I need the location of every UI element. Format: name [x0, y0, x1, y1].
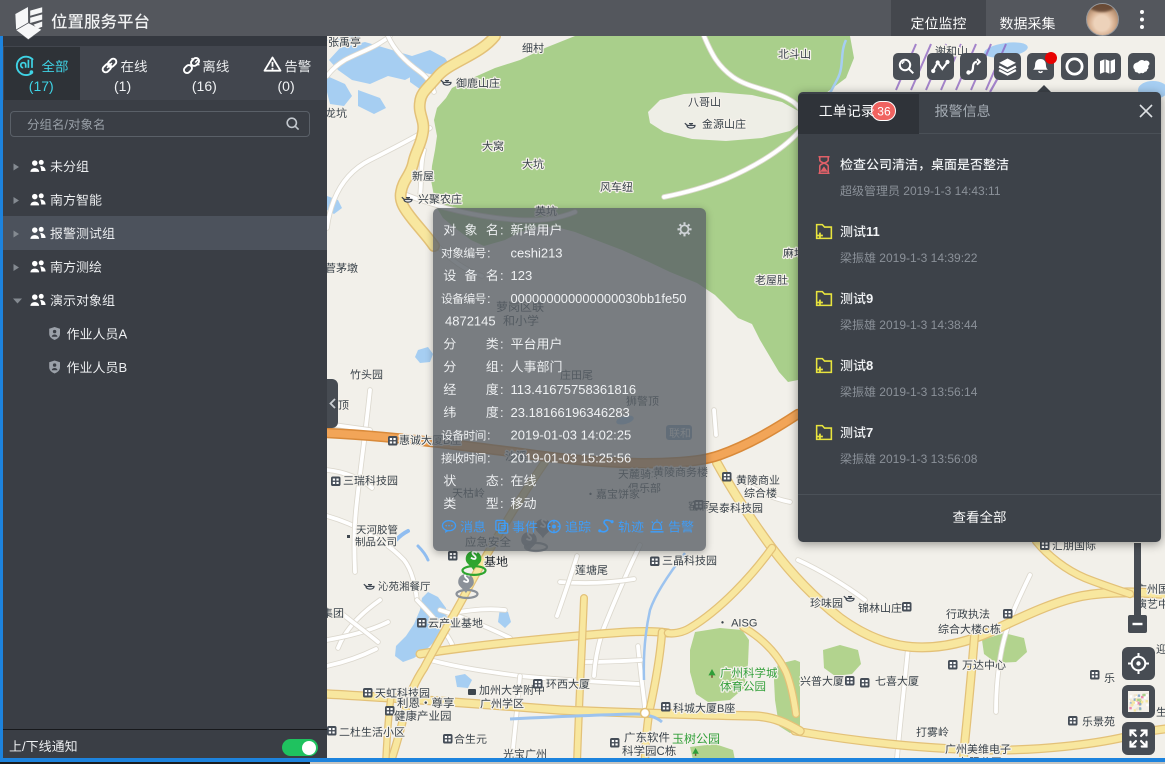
svg-text:AISG: AISG [731, 618, 757, 630]
svg-text:C: C [982, 624, 990, 636]
svg-text:C: C [657, 746, 665, 758]
svg-text:B: B [717, 703, 724, 715]
